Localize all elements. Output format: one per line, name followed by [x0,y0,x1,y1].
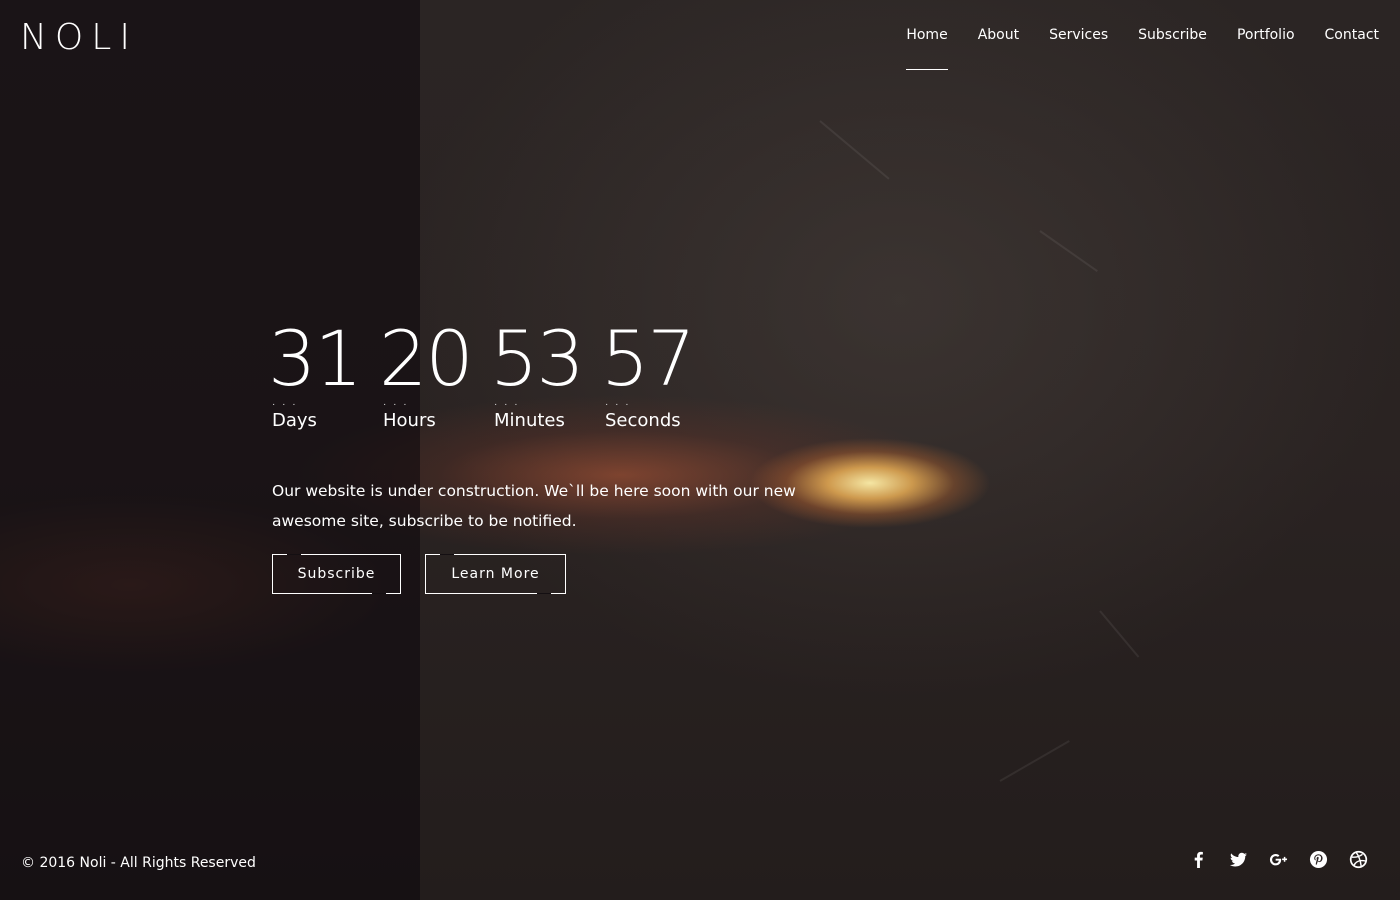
facebook-icon[interactable] [1188,849,1209,870]
construction-message: Our website is under construction. We`ll… [272,482,796,530]
learn-more-button[interactable]: Learn More [425,554,566,594]
seconds-dots: · · · [605,399,631,410]
minutes-value: 53 [490,314,585,403]
hero-buttons: Subscribe Learn More [272,554,566,594]
days-label: Days [272,410,317,431]
left-overlay-panel [0,0,420,900]
dribbble-icon[interactable] [1348,849,1369,870]
nav-item-home[interactable]: Home [906,24,949,70]
header: NOLI Home About Services Subscribe Portf… [0,0,1400,80]
nav-item-portfolio[interactable]: Portfolio [1237,24,1295,46]
social-links [1188,849,1369,870]
hours-label: Hours [383,410,436,431]
seconds-value: 57 [601,314,696,403]
copyright-text: © 2016 Noli - All Rights Reserved [21,855,256,871]
nav-item-subscribe[interactable]: Subscribe [1138,24,1207,46]
countdown-days: 31 · · · Days [268,314,379,432]
days-dots: · · · [272,399,298,410]
main-nav: Home About Services Subscribe Portfolio … [876,24,1379,70]
nav-item-contact[interactable]: Contact [1325,24,1379,46]
days-value: 31 [268,314,363,403]
countdown-seconds: 57 · · · Seconds [601,314,712,432]
twitter-icon[interactable] [1228,849,1249,870]
countdown-hours: 20 · · · Hours [379,314,490,432]
seconds-label: Seconds [605,410,681,431]
pinterest-icon[interactable] [1308,849,1329,870]
minutes-label: Minutes [494,410,565,431]
nav-item-about[interactable]: About [978,24,1019,46]
countdown-minutes: 53 · · · Minutes [490,314,601,432]
logo[interactable]: NOLI [20,18,138,58]
countdown: 31 · · · Days 20 · · · Hours 53 · · · Mi… [268,314,712,432]
minutes-dots: · · · [494,399,520,410]
hours-dots: · · · [383,399,409,410]
google-plus-icon[interactable] [1268,849,1289,870]
nav-item-services[interactable]: Services [1049,24,1108,46]
subscribe-button[interactable]: Subscribe [272,554,401,594]
hours-value: 20 [379,314,474,403]
